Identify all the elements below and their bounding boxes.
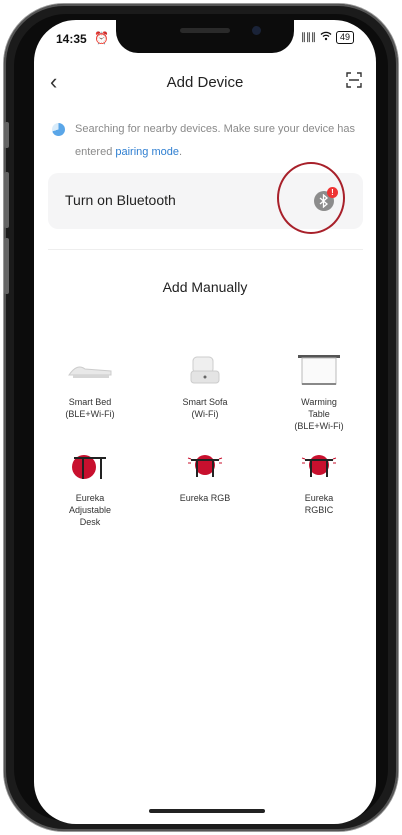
device-warming-table[interactable]: Warming Table (BLE+Wi-Fi) bbox=[264, 350, 374, 432]
battery-indicator: 49 bbox=[335, 31, 354, 44]
loading-spinner-icon bbox=[52, 123, 65, 136]
device-label: Eureka RGBIC bbox=[304, 493, 334, 515]
pairing-mode-link[interactable]: pairing mode bbox=[115, 146, 179, 158]
search-notice-suffix: . bbox=[178, 146, 183, 158]
rgbic-desk-icon bbox=[264, 446, 374, 486]
device-label: Eureka Adjustable Desk bbox=[68, 493, 112, 527]
home-indicator[interactable] bbox=[149, 809, 265, 813]
search-notice: Searching for nearby devices. Make sure … bbox=[52, 118, 372, 164]
device-adjustable-desk[interactable]: Eureka Adjustable Desk bbox=[35, 446, 145, 528]
volume-up-button bbox=[4, 172, 9, 228]
camera bbox=[252, 26, 261, 35]
notch bbox=[116, 20, 294, 53]
device-label: Warming Table (BLE+Wi-Fi) bbox=[294, 397, 344, 431]
page-title: Add Device bbox=[166, 74, 244, 91]
scan-icon[interactable] bbox=[346, 72, 362, 88]
volume-down-button bbox=[4, 238, 9, 294]
add-manually-title: Add Manually bbox=[162, 279, 248, 295]
mute-switch bbox=[4, 122, 9, 148]
device-label: Smart Bed (BLE+Wi-Fi) bbox=[65, 397, 115, 419]
device-smart-sofa[interactable]: Smart Sofa (Wi-Fi) bbox=[150, 350, 260, 420]
alarm-icon: ⏰ bbox=[94, 31, 109, 45]
search-notice-text: Searching for nearby devices. Make sure … bbox=[52, 118, 372, 164]
device-label: Eureka RGB bbox=[179, 493, 231, 503]
wifi-icon bbox=[320, 31, 332, 44]
status-time: 14:35 bbox=[56, 32, 87, 46]
device-label: Smart Sofa (Wi-Fi) bbox=[182, 397, 228, 419]
signal-icon: ∥∥∥ bbox=[300, 32, 316, 43]
device-eureka-rgbic[interactable]: Eureka RGBIC bbox=[264, 446, 374, 516]
speaker bbox=[180, 28, 230, 33]
warming-table-icon bbox=[264, 350, 374, 390]
phone-frame: 14:35 ⏰ ∥∥∥ 49 ‹ Add Device Searching fo… bbox=[4, 4, 398, 831]
nav-bar: ‹ Add Device bbox=[34, 68, 376, 98]
device-eureka-rgb[interactable]: Eureka RGB bbox=[150, 446, 260, 504]
bluetooth-label: Turn on Bluetooth bbox=[65, 192, 176, 208]
smart-sofa-icon bbox=[150, 350, 260, 390]
app-screen: 14:35 ⏰ ∥∥∥ 49 ‹ Add Device Searching fo… bbox=[34, 20, 376, 824]
smart-bed-icon bbox=[35, 350, 145, 390]
status-icons: ∥∥∥ 49 bbox=[301, 31, 354, 44]
adjustable-desk-icon bbox=[35, 446, 145, 486]
divider bbox=[48, 249, 363, 250]
highlight-circle bbox=[277, 162, 345, 234]
rgb-desk-icon bbox=[150, 446, 260, 486]
device-smart-bed[interactable]: Smart Bed (BLE+Wi-Fi) bbox=[35, 350, 145, 420]
